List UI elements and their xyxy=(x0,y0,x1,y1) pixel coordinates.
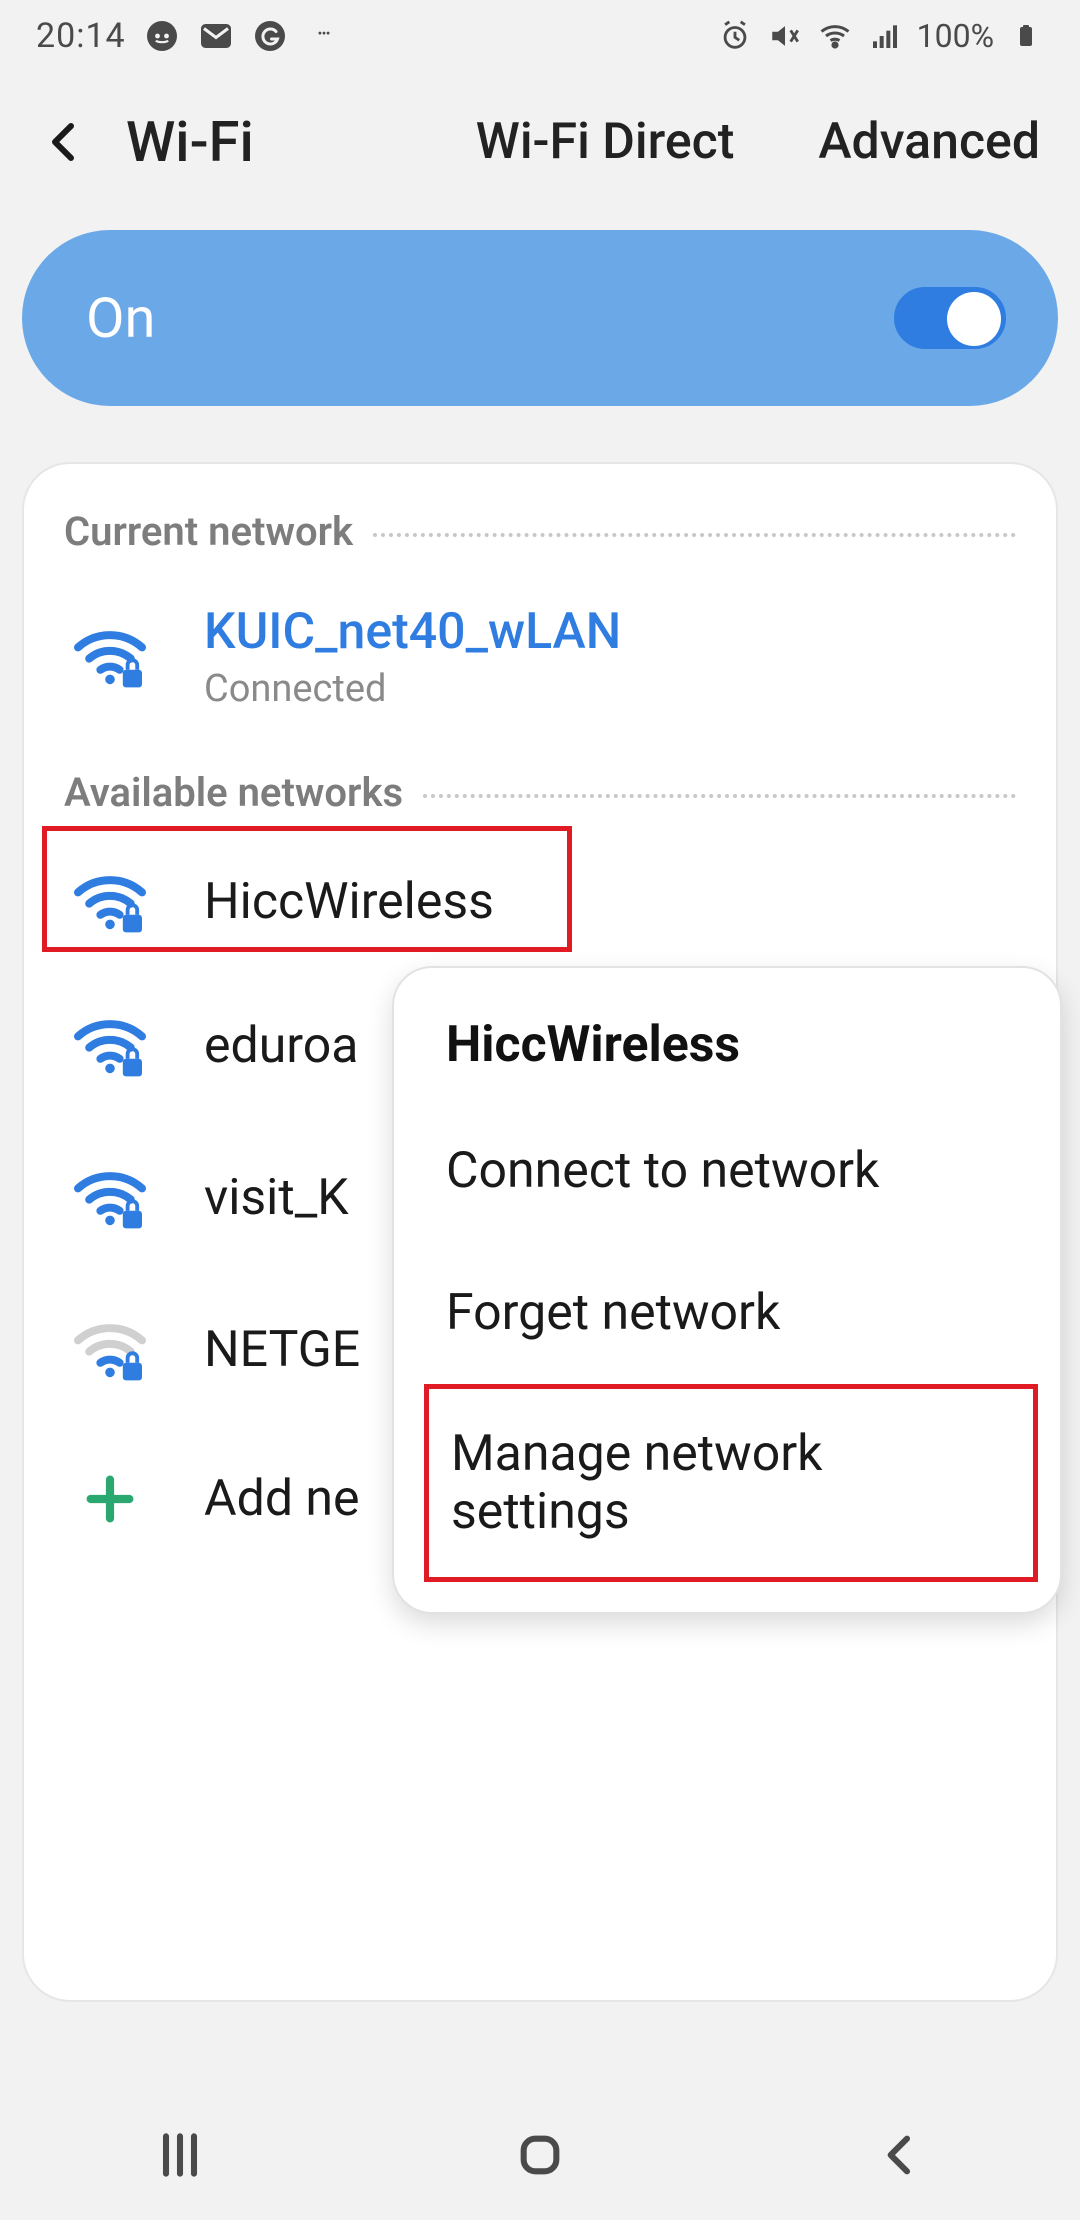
header: Wi-Fi Wi-Fi Direct Advanced xyxy=(0,72,1080,212)
wifi-toggle-pill[interactable]: On xyxy=(22,230,1058,406)
add-network-label: Add ne xyxy=(204,1470,360,1528)
reddit-icon xyxy=(144,18,180,54)
system-nav-bar xyxy=(0,2090,1080,2220)
popup-connect[interactable]: Connect to network xyxy=(394,1100,1060,1242)
status-bar: 20:14 100% xyxy=(0,0,1080,72)
wifi-toggle-label: On xyxy=(86,285,155,351)
switch-thumb xyxy=(947,292,1001,346)
advanced-action[interactable]: Advanced xyxy=(818,113,1040,171)
network-name: NETGE xyxy=(204,1321,360,1379)
battery-icon xyxy=(1008,18,1044,54)
wifi-lock-icon xyxy=(64,625,156,689)
status-time: 20:14 xyxy=(36,16,126,56)
grammarly-icon xyxy=(252,18,288,54)
nav-back[interactable] xyxy=(860,2115,940,2195)
wifi-lock-icon xyxy=(64,1014,156,1078)
nav-recents[interactable] xyxy=(140,2115,220,2195)
network-context-popup: HiccWireless Connect to network Forget n… xyxy=(392,966,1062,1614)
signal-icon xyxy=(867,18,903,54)
available-networks-header: Available networks xyxy=(24,769,1056,834)
status-left: 20:14 xyxy=(36,16,342,56)
status-right: 100% xyxy=(717,17,1044,55)
network-name: HiccWireless xyxy=(204,873,494,931)
network-row-hiccwireless[interactable]: HiccWireless xyxy=(24,834,1056,970)
wifi-status-icon xyxy=(817,18,853,54)
wifi-switch[interactable] xyxy=(894,287,1006,349)
popup-manage-settings[interactable]: Manage network settings xyxy=(424,1384,1038,1582)
mail-icon xyxy=(198,18,234,54)
alarm-icon xyxy=(717,18,753,54)
plus-icon xyxy=(64,1470,156,1528)
popup-forget[interactable]: Forget network xyxy=(394,1242,1060,1384)
current-network-row[interactable]: KUIC_net40_wLAN Connected xyxy=(24,573,1056,741)
more-icon xyxy=(306,18,342,54)
wifi-direct-action[interactable]: Wi-Fi Direct xyxy=(476,113,735,171)
divider-dotted xyxy=(423,794,1016,798)
divider-dotted xyxy=(373,533,1016,537)
current-network-status: Connected xyxy=(204,667,621,711)
back-button[interactable] xyxy=(40,117,90,167)
nav-home[interactable] xyxy=(500,2115,580,2195)
wifi-lock-icon xyxy=(64,870,156,934)
current-network-label: Current network xyxy=(64,508,353,555)
wifi-lock-icon xyxy=(64,1166,156,1230)
network-name: visit_K xyxy=(204,1169,349,1227)
current-network-name: KUIC_net40_wLAN xyxy=(204,603,621,661)
battery-text: 100% xyxy=(917,17,994,55)
current-network-header: Current network xyxy=(24,508,1056,573)
mute-icon xyxy=(767,18,803,54)
wifi-lock-weak-icon xyxy=(64,1318,156,1382)
network-name: eduroa xyxy=(204,1017,358,1075)
available-networks-label: Available networks xyxy=(64,769,403,816)
page-title: Wi-Fi xyxy=(126,109,254,175)
popup-title: HiccWireless xyxy=(394,998,1060,1100)
